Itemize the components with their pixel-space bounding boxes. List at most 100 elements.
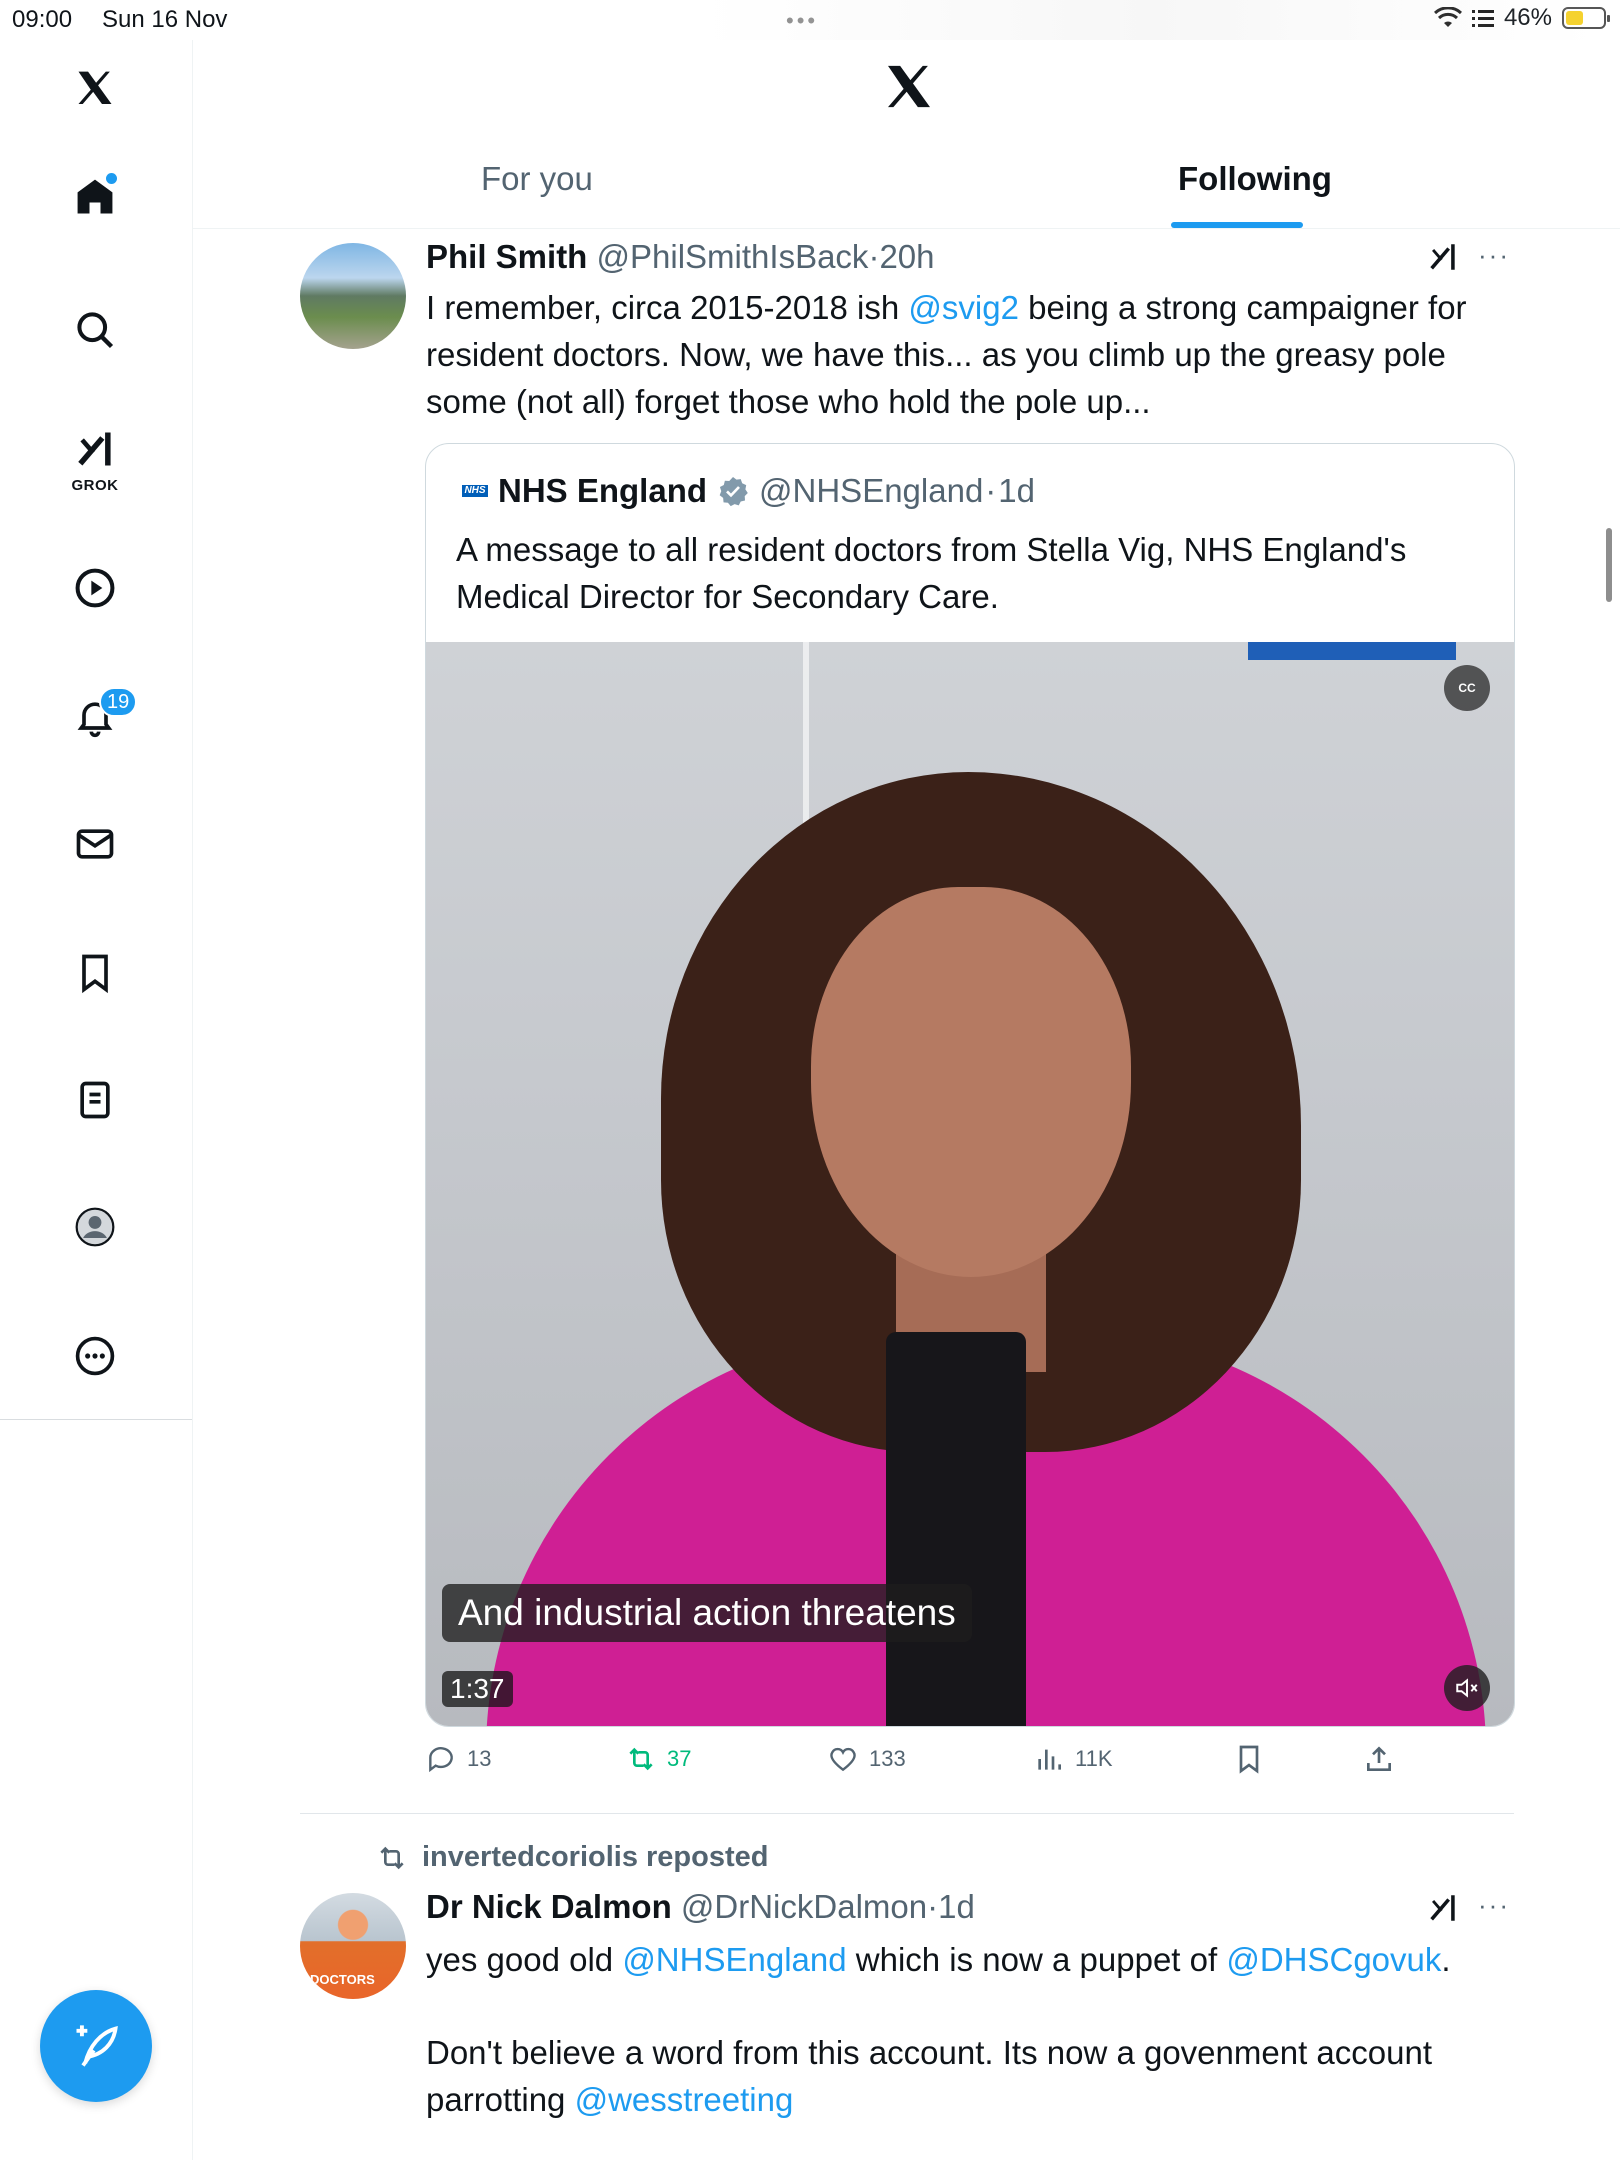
grok-explain-icon[interactable] — [1425, 240, 1461, 274]
notifications-badge: 19 — [99, 687, 138, 717]
repost-icon — [629, 1747, 653, 1771]
video-person-blouse — [886, 1332, 1026, 1726]
bookmark-icon — [1239, 1745, 1259, 1774]
reply-count: 13 — [467, 1746, 492, 1771]
repost-small-icon — [380, 1846, 404, 1869]
sidebar: GROK 19 — [0, 40, 193, 2160]
verified-badge-icon — [719, 477, 748, 507]
reply-icon — [429, 1747, 453, 1773]
closed-captions-button[interactable]: CC — [1444, 665, 1490, 711]
home-icon[interactable] — [71, 173, 119, 221]
quote-header: NHS NHS England @NHSEngland · 1d — [462, 472, 1035, 510]
author-handle[interactable]: @PhilSmithIsBack — [597, 238, 869, 275]
meta-separator: · — [985, 472, 997, 509]
tweet-header: Phil Smith @PhilSmithIsBack·20h — [426, 238, 935, 276]
repost-button[interactable]: 37 — [625, 1743, 691, 1775]
quoted-tweet[interactable]: NHS NHS England @NHSEngland · 1d A message… — [425, 443, 1515, 1727]
status-date: Sun 16 Nov — [102, 6, 228, 33]
search-icon[interactable] — [71, 306, 119, 354]
reposted-by-label[interactable]: invertedcoriolis reposted — [422, 1841, 769, 1874]
sidebar-divider — [0, 1419, 192, 1420]
tweet-text-part: . — [1441, 1941, 1451, 1978]
battery-icon — [1562, 7, 1610, 29]
home-new-dot — [106, 173, 117, 184]
video-duration: 1:37 — [442, 1671, 513, 1707]
speaker-muted-icon — [1456, 1678, 1478, 1698]
post-time[interactable]: 20h — [879, 238, 934, 275]
tweet-header: Dr Nick Dalmon @DrNickDalmon·1d — [426, 1888, 975, 1926]
scrollbar[interactable] — [1606, 528, 1612, 602]
video-player[interactable]: CC And industrial action threatens 1:37 — [426, 642, 1514, 1726]
multitasking-dots-icon[interactable]: ••• — [786, 8, 818, 34]
quote-author-name[interactable]: NHS England — [498, 472, 707, 510]
heart-icon — [830, 1747, 856, 1772]
share-icon — [1367, 1746, 1391, 1771]
status-time: 09:00 — [12, 6, 73, 33]
tweet-text-part: yes good old — [426, 1941, 623, 1978]
focus-list-icon — [1471, 10, 1494, 27]
mute-button[interactable] — [1444, 1665, 1490, 1711]
mention-link[interactable]: @svig2 — [908, 289, 1019, 326]
tweet-actions: 13 37 133 11K — [425, 1743, 1525, 1783]
nhs-logo-avatar[interactable]: NHS — [462, 485, 488, 497]
video-person-face — [811, 887, 1131, 1277]
author-name[interactable]: Dr Nick Dalmon — [426, 1888, 672, 1925]
more-menu-icon[interactable]: ··· — [1478, 240, 1510, 271]
repost-context: invertedcoriolis reposted — [376, 1841, 769, 1874]
mention-link[interactable]: @DHSCgovuk — [1226, 1941, 1441, 1978]
grok-explain-icon[interactable] — [1425, 1891, 1461, 1925]
meta-separator: · — [868, 238, 880, 275]
tab-active-indicator — [1171, 222, 1303, 228]
status-bar: 09:00 Sun 16 Nov ••• 46% — [0, 0, 1620, 40]
avatar-phil-smith[interactable] — [300, 243, 406, 349]
grok-label: GROK — [71, 477, 119, 494]
views-chart-icon — [1038, 1749, 1061, 1770]
tab-for-you[interactable]: For you — [481, 160, 593, 198]
avatar-sign-text: DOCTORS — [310, 1972, 375, 1987]
views-button[interactable]: 11K — [1033, 1743, 1113, 1775]
mention-link[interactable]: @wesstreeting — [575, 2081, 794, 2118]
like-button[interactable]: 133 — [827, 1743, 906, 1775]
mention-link[interactable]: @NHSEngland — [622, 1941, 846, 1978]
meta-separator: · — [927, 1888, 939, 1925]
status-right: 46% — [1433, 4, 1610, 32]
share-button[interactable] — [1363, 1743, 1395, 1775]
more-menu-icon[interactable]: ··· — [1478, 1890, 1510, 1921]
quote-time[interactable]: 1d — [998, 472, 1035, 510]
tweet-text-line1: yes good old @NHSEngland which is now a … — [426, 1936, 1516, 1983]
lists-icon[interactable] — [71, 1076, 119, 1124]
video-play-icon[interactable] — [71, 564, 119, 612]
tweet-text-part: I remember, circa 2015-2018 ish — [426, 289, 909, 326]
wifi-icon — [1433, 7, 1462, 27]
tab-following[interactable]: Following — [1178, 160, 1332, 198]
tweet-text-part: which is now a puppet of — [846, 1941, 1227, 1978]
x-logo-header-icon[interactable] — [881, 60, 937, 121]
tweet-text-line2: Don't believe a word from this account. … — [426, 2029, 1516, 2123]
notifications-bell-icon[interactable]: 19 — [71, 687, 138, 741]
reply-button[interactable]: 13 — [425, 1743, 491, 1775]
bookmarks-icon[interactable] — [71, 949, 119, 997]
like-count: 133 — [869, 1746, 906, 1771]
video-caption: And industrial action threatens — [442, 1584, 972, 1642]
battery-percent: 46% — [1503, 4, 1552, 31]
messages-envelope-icon[interactable] — [71, 820, 119, 868]
tweet-separator — [300, 1813, 1514, 1814]
post-time[interactable]: 1d — [938, 1888, 975, 1925]
bookmark-button[interactable] — [1233, 1743, 1265, 1775]
avatar-nick-dalmon[interactable]: DOCTORS — [300, 1893, 406, 1999]
quote-author-handle[interactable]: @NHSEngland — [759, 472, 983, 510]
grok-icon[interactable] — [71, 425, 119, 473]
author-name[interactable]: Phil Smith — [426, 238, 587, 275]
repost-count: 37 — [667, 1746, 692, 1771]
compose-feather-icon — [76, 2025, 118, 2067]
more-options-icon[interactable] — [71, 1332, 119, 1380]
profile-avatar-icon[interactable] — [71, 1203, 119, 1251]
x-logo-icon[interactable] — [71, 65, 119, 113]
tweet-text: I remember, circa 2015-2018 ish @svig2 b… — [426, 284, 1516, 425]
compose-post-button[interactable] — [40, 1990, 152, 2102]
views-count: 11K — [1075, 1746, 1113, 1771]
timeline-header: For you Following — [193, 40, 1620, 229]
video-nhs-sign — [1248, 642, 1456, 660]
author-handle[interactable]: @DrNickDalmon — [681, 1888, 927, 1925]
quote-text: A message to all resident doctors from S… — [456, 531, 1407, 615]
